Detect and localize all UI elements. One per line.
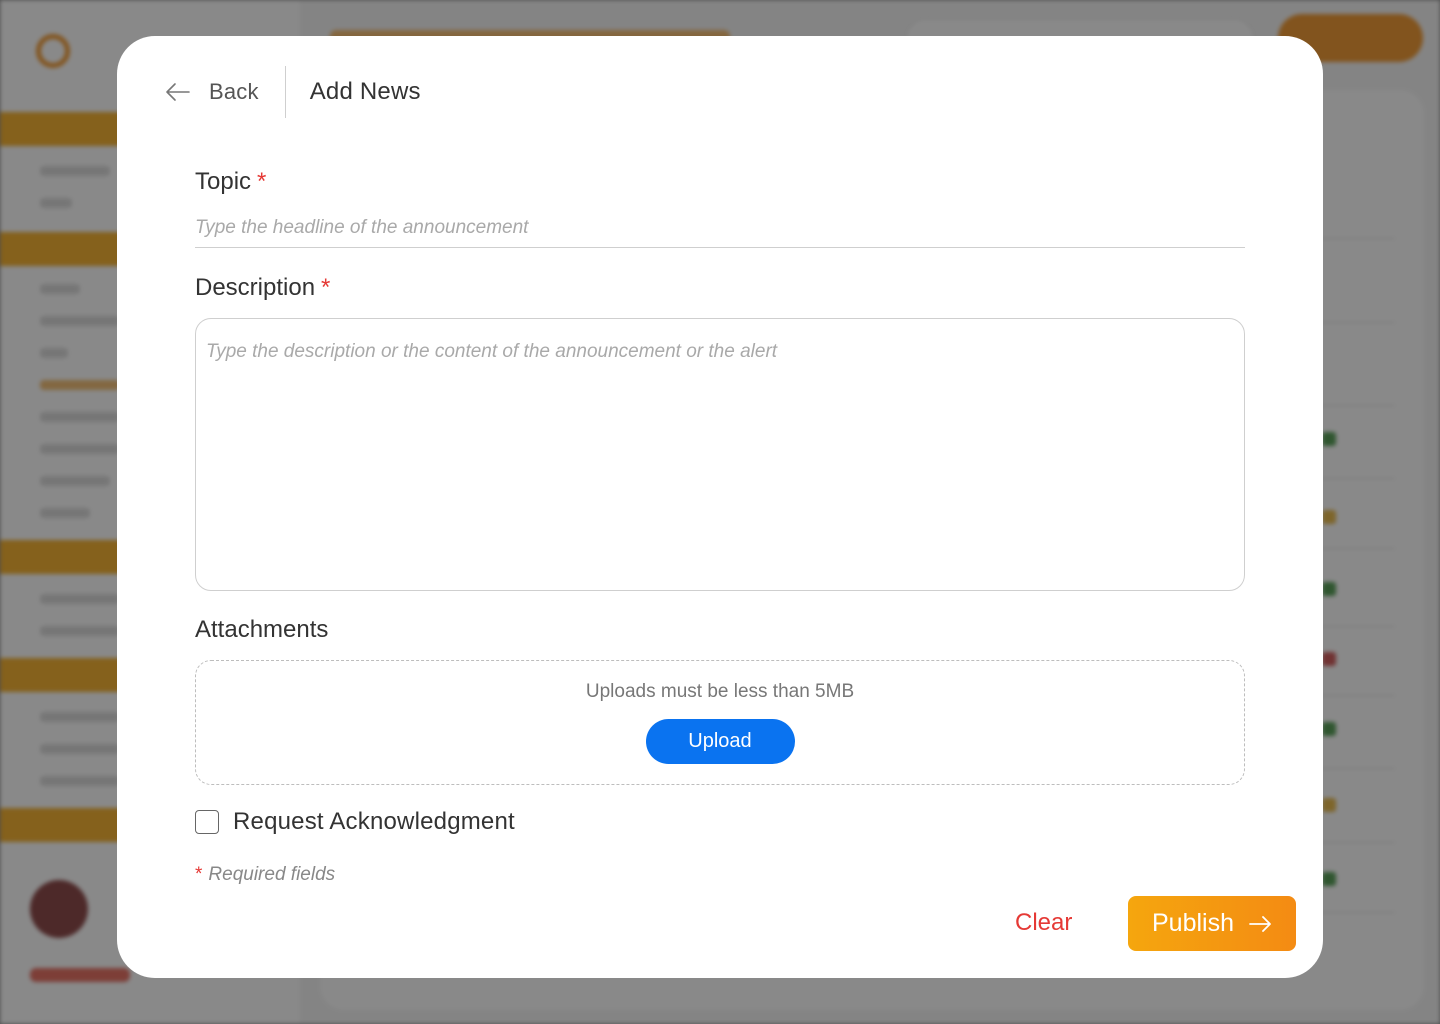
modal-header: Back Add News (165, 66, 421, 118)
request-acknowledgment-checkbox[interactable] (195, 810, 219, 834)
attachments-label: Attachments (195, 616, 329, 643)
upload-button[interactable]: Upload (645, 719, 795, 764)
request-acknowledgment-option[interactable]: Request Acknowledgment (195, 808, 515, 836)
topic-input[interactable] (195, 208, 1245, 248)
required-marker: * (257, 168, 267, 195)
description-textarea[interactable] (195, 318, 1245, 591)
arrow-left-icon (166, 83, 190, 101)
arrow-right-icon (1249, 915, 1271, 932)
publish-label: Publish (1152, 909, 1234, 937)
required-marker: * (321, 274, 331, 301)
page-title: Add News (309, 78, 421, 105)
attachments-dropzone[interactable]: Uploads must be less than 5MB Upload (195, 660, 1245, 785)
back-label: Back (209, 79, 259, 104)
topic-label: Topic * (195, 168, 267, 195)
back-button[interactable]: Back (165, 66, 286, 118)
request-acknowledgment-label: Request Acknowledgment (233, 808, 515, 835)
publish-button[interactable]: Publish (1128, 896, 1296, 951)
required-marker: * (195, 864, 203, 885)
add-news-modal: Back Add News Topic* Description* Attach… (117, 36, 1323, 978)
description-label: Description * (195, 274, 331, 301)
upload-size-hint: Uploads must be less than 5MB (585, 681, 855, 702)
required-fields-note: * Required fields (195, 864, 336, 885)
clear-button[interactable]: Clear (1015, 900, 1072, 946)
